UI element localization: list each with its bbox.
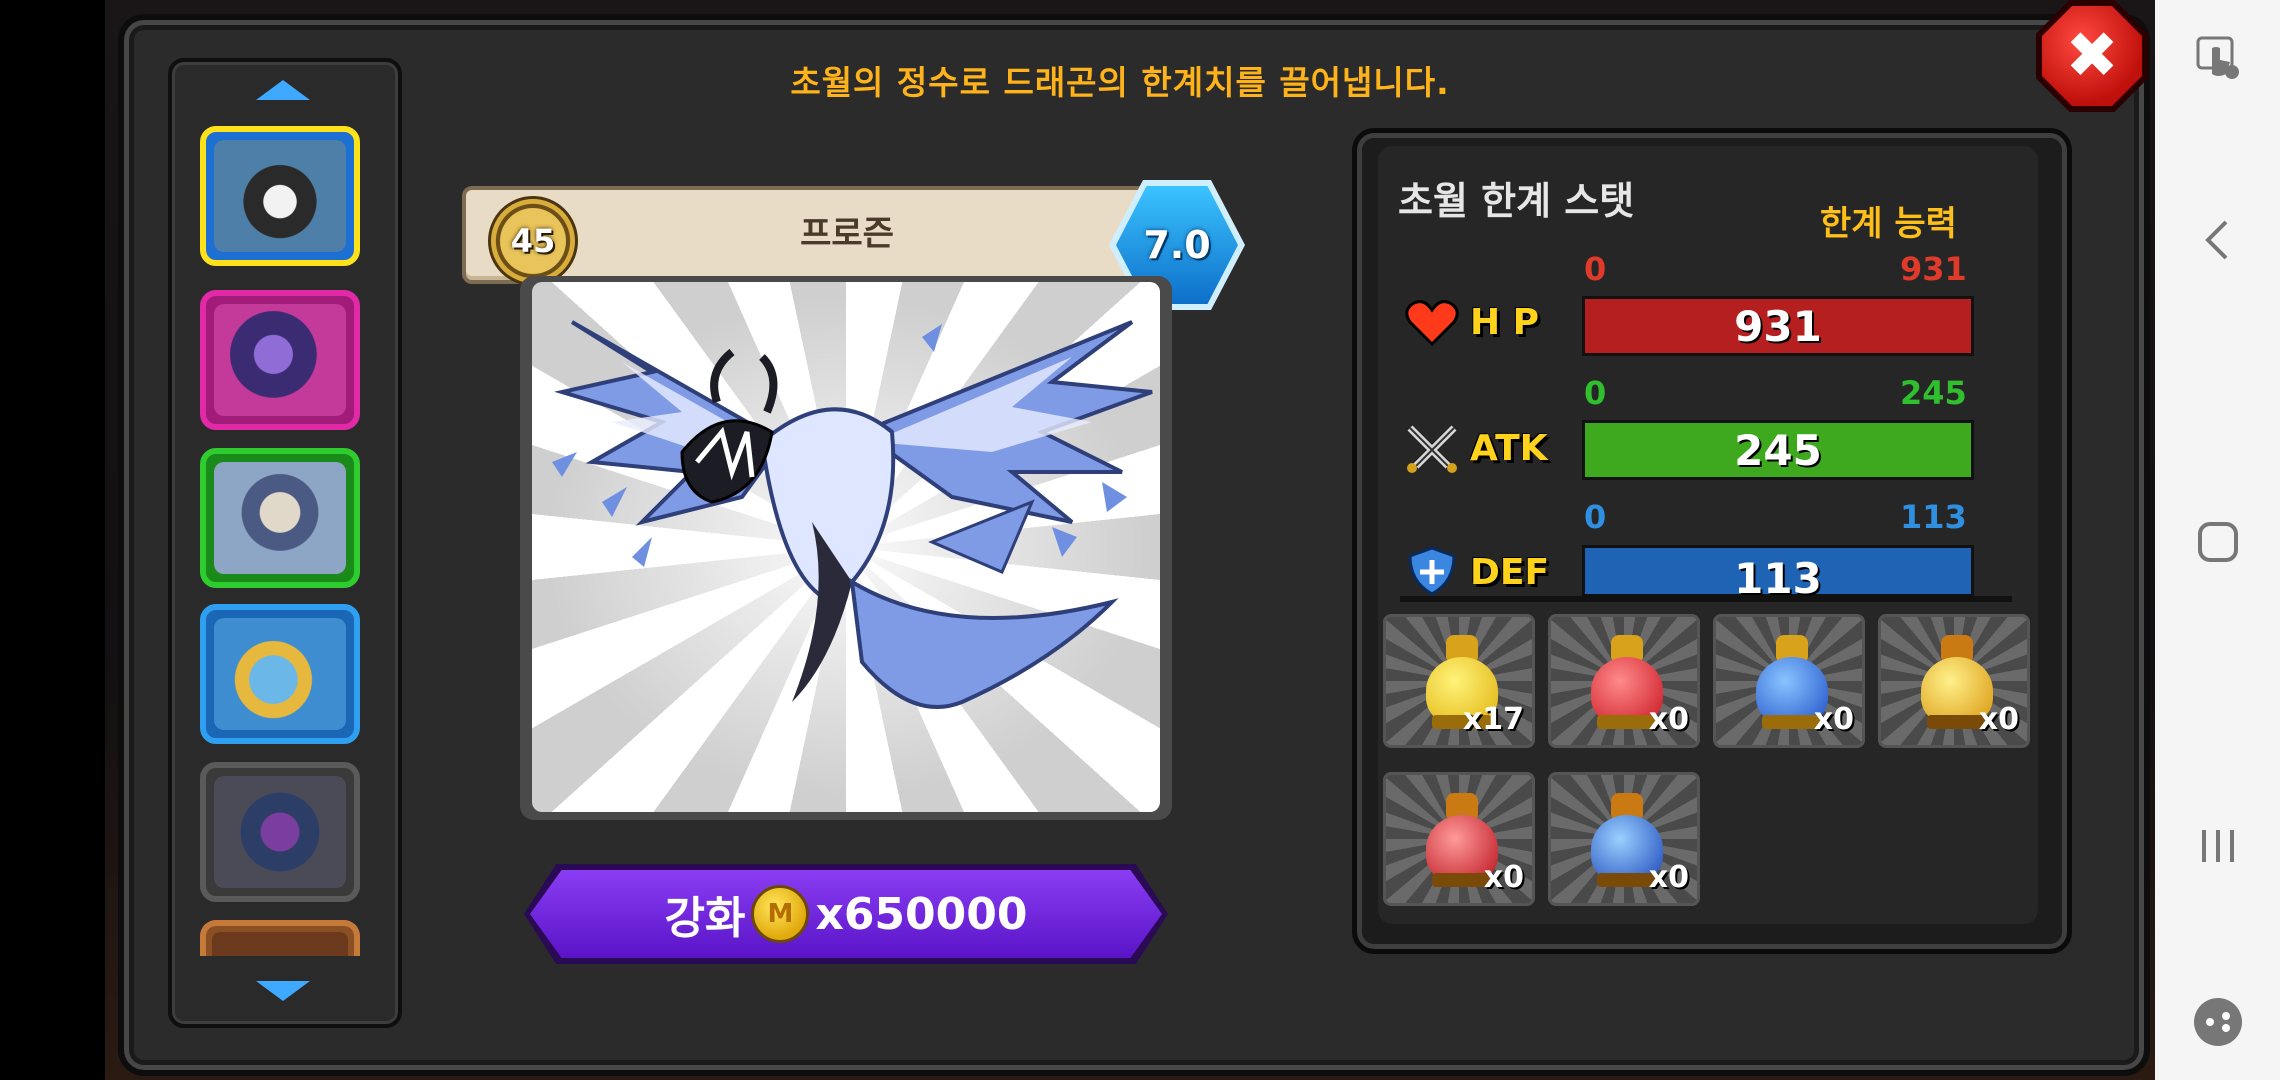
item-count: x0: [1483, 860, 1524, 895]
atk-range-max: 245: [1900, 374, 1967, 412]
dragon-portrait: [214, 618, 346, 730]
upgrade-label: 강화: [664, 893, 746, 944]
def-range-max: 113: [1900, 498, 1967, 536]
recent-apps-icon[interactable]: [2190, 818, 2246, 874]
screen-edge: [0, 0, 105, 1080]
game-tools-icon[interactable]: [2190, 994, 2246, 1050]
essence-item-slot[interactable]: x17: [1383, 614, 1535, 748]
hp-bar: 931: [1582, 296, 1974, 356]
dragon-slot[interactable]: [200, 604, 360, 744]
dragon-portrait: [212, 932, 348, 956]
dragon-slot[interactable]: [200, 920, 360, 956]
level-badge: 45: [488, 196, 578, 286]
dragon-portrait: [214, 304, 346, 416]
def-label: DEF: [1470, 552, 1550, 593]
limit-ability-label: 한계 능력: [1820, 204, 1957, 244]
atk-bar: 245: [1582, 420, 1974, 480]
dragon-slot[interactable]: [200, 448, 360, 588]
stats-title: 초월 한계 스탯: [1398, 179, 1635, 223]
dragon-portrait: [214, 140, 346, 252]
upgrade-button[interactable]: 강화 M x650000: [530, 870, 1162, 958]
item-count: x17: [1462, 702, 1524, 737]
scroll-down-arrow-icon[interactable]: [256, 981, 310, 1001]
essence-item-slot[interactable]: x0: [1548, 614, 1700, 748]
scroll-up-arrow-icon[interactable]: [256, 80, 310, 100]
hp-range-max: 931: [1900, 250, 1967, 288]
shield-icon: [1404, 546, 1460, 596]
essence-item-slot[interactable]: x0: [1548, 772, 1700, 906]
upgrade-cost: x650000: [815, 888, 1028, 940]
item-count: x0: [1978, 702, 2019, 737]
hp-label: H P: [1470, 302, 1540, 343]
dragon-portrait: [214, 462, 346, 574]
frost-dragon-image: [546, 297, 1153, 797]
coin-icon: M: [751, 885, 810, 943]
atk-range-min: 0: [1584, 374, 1607, 412]
def-bar: 113: [1582, 545, 1974, 603]
home-icon[interactable]: [2190, 514, 2246, 570]
atk-label: ATK: [1470, 428, 1548, 469]
item-count: x0: [1648, 702, 1689, 737]
hp-range-min: 0: [1584, 250, 1607, 288]
def-range-min: 0: [1584, 498, 1607, 536]
dragon-slot-selected[interactable]: [200, 126, 360, 266]
item-count: x0: [1813, 702, 1854, 737]
dragon-art: [532, 282, 1160, 812]
essence-item-slot[interactable]: x0: [1383, 772, 1535, 906]
heart-icon: [1404, 298, 1460, 348]
stats-divider: [1400, 596, 2012, 602]
close-button[interactable]: ✖: [2042, 6, 2142, 106]
crossed-swords-icon: [1404, 424, 1460, 474]
close-icon: ✖: [2065, 19, 2119, 93]
dragon-portrait: [214, 776, 346, 888]
description-text: 초월의 정수로 드래곤의 한계치를 끌어냅니다.: [790, 63, 1450, 102]
back-icon[interactable]: [2190, 212, 2246, 268]
essence-item-slot[interactable]: x0: [1713, 614, 1865, 748]
item-count: x0: [1648, 860, 1689, 895]
dragon-slot[interactable]: [200, 290, 360, 430]
touch-lock-icon[interactable]: [2190, 30, 2246, 86]
essence-item-slot[interactable]: x0: [1878, 614, 2030, 748]
dragon-slot[interactable]: [200, 762, 360, 902]
